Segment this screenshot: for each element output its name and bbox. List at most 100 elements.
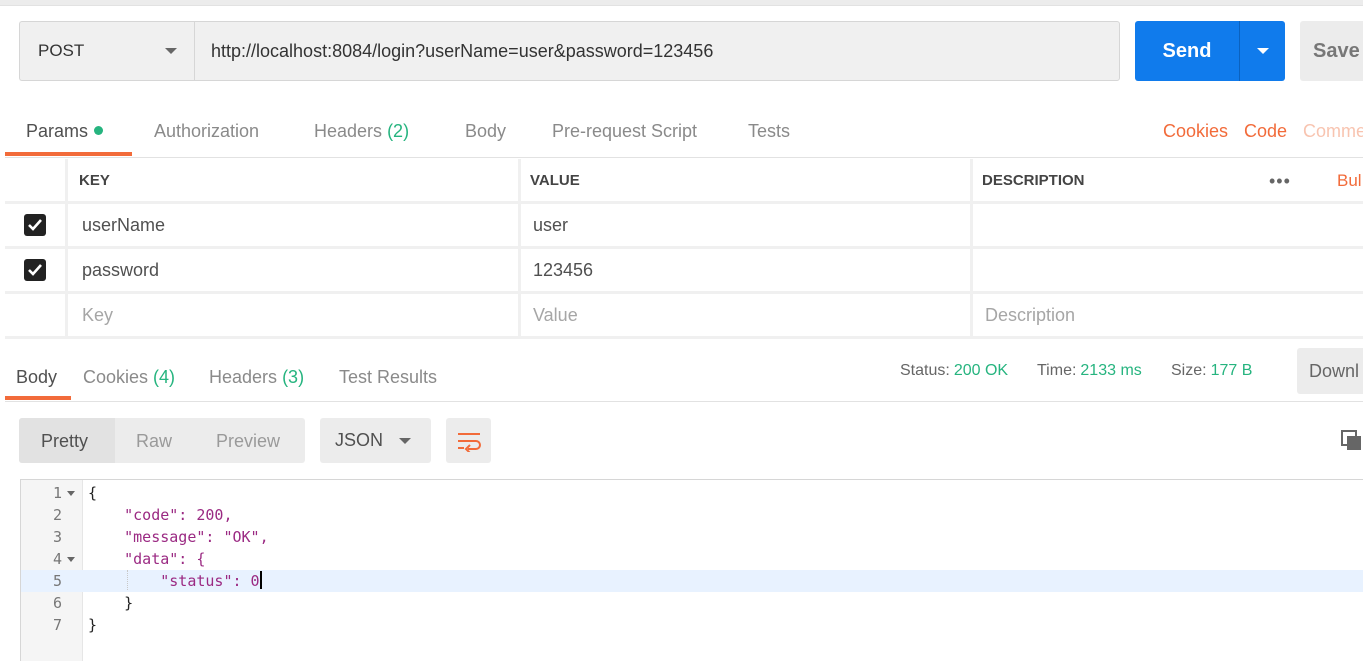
- tab-response-cookies[interactable]: Cookies (4): [83, 367, 175, 388]
- view-mode-group: Pretty Raw Preview: [19, 418, 305, 463]
- response-body-editor[interactable]: 1 { 2 "code": 200, 3 "message": "OK", 4 …: [20, 479, 1363, 661]
- postman-window: POST http://localhost:8084/login?userNam…: [0, 0, 1363, 661]
- tab-label: Body: [465, 121, 507, 141]
- tab-tests[interactable]: Tests: [748, 121, 790, 142]
- bulk-edit-link[interactable]: Bul: [1337, 171, 1362, 191]
- line-number: 7: [52, 616, 62, 634]
- send-options-button[interactable]: [1239, 21, 1285, 81]
- tab-label: Pre-request Script: [552, 121, 698, 141]
- code-content: }: [88, 616, 98, 634]
- row-description[interactable]: [970, 204, 1363, 246]
- cookies-link[interactable]: Cookies: [1163, 121, 1228, 142]
- header-key: KEY: [65, 159, 518, 201]
- row-checkbox-cell: [5, 294, 65, 336]
- new-value-input[interactable]: Value: [518, 294, 970, 336]
- row-checkbox[interactable]: [24, 259, 46, 281]
- active-tab-indicator: [5, 396, 71, 400]
- raw-button[interactable]: Raw: [136, 431, 172, 452]
- download-button[interactable]: Downl: [1297, 348, 1363, 394]
- chevron-down-icon: [165, 48, 177, 54]
- line-number: 4: [52, 550, 62, 568]
- code-line: 2 "code": 200,: [21, 504, 1363, 526]
- save-button[interactable]: Save: [1300, 21, 1363, 81]
- copy-glyph: [1341, 430, 1361, 450]
- method-label: POST: [38, 41, 85, 60]
- code-line: 3 "message": "OK",: [21, 526, 1363, 548]
- row-description[interactable]: [970, 249, 1363, 291]
- tab-count: (2): [387, 121, 410, 141]
- method-select[interactable]: POST: [19, 21, 194, 81]
- tab-label: Body: [16, 367, 58, 387]
- code-text: "message": "OK",: [88, 526, 269, 548]
- tab-headers[interactable]: Headers (2): [314, 121, 409, 142]
- send-button-group: Send: [1135, 21, 1285, 81]
- code-line-active: 5 "status": 0: [21, 570, 1363, 592]
- table-row: userName user: [5, 204, 1363, 249]
- row-checkbox-cell: [5, 249, 65, 291]
- size-info: Size: 177 B: [1171, 362, 1252, 380]
- line-number: 2: [52, 506, 62, 524]
- chevron-down-icon: [399, 437, 411, 444]
- status-label: Status:: [900, 362, 950, 379]
- params-header-row: KEY VALUE DESCRIPTION ••• Bul: [5, 159, 1363, 204]
- code-text: }: [88, 614, 97, 636]
- row-key[interactable]: password: [65, 249, 518, 291]
- tab-authorization[interactable]: Authorization: [154, 121, 259, 142]
- tab-params[interactable]: Params: [26, 121, 104, 142]
- copy-icon[interactable]: [1341, 430, 1363, 457]
- tab-body[interactable]: Body: [465, 121, 506, 142]
- active-tab-indicator: [5, 152, 132, 156]
- code-text: "data": {: [88, 548, 205, 570]
- code-content: "data": {: [88, 550, 206, 568]
- table-row-new: Key Value Description: [5, 294, 1363, 339]
- status-value: 200 OK: [953, 362, 1009, 379]
- line-number: 1: [52, 484, 62, 502]
- table-row: password 123456: [5, 249, 1363, 294]
- text-cursor: [259, 571, 262, 589]
- row-value[interactable]: 123456: [518, 249, 970, 291]
- pretty-button[interactable]: Pretty: [41, 431, 88, 452]
- row-checkbox[interactable]: [24, 214, 46, 236]
- new-description-input[interactable]: Description: [970, 294, 1363, 336]
- format-select[interactable]: JSON: [320, 418, 431, 463]
- tab-response-body[interactable]: Body: [16, 367, 57, 388]
- code-text: }: [88, 592, 133, 614]
- preview-button[interactable]: Preview: [216, 431, 280, 452]
- tab-label: Test Results: [339, 367, 438, 387]
- request-bar: POST http://localhost:8084/login?userNam…: [19, 21, 1120, 81]
- header-description: DESCRIPTION: [970, 159, 1363, 201]
- row-value[interactable]: user: [518, 204, 970, 246]
- tab-pre-request-script[interactable]: Pre-request Script: [552, 121, 697, 142]
- request-tabs: Params Authorization Headers (2) Body Pr…: [5, 106, 1363, 158]
- format-label: JSON: [335, 430, 384, 450]
- code-content: {: [88, 484, 98, 502]
- header-value: VALUE: [518, 159, 970, 201]
- url-input[interactable]: http://localhost:8084/login?userName=use…: [194, 21, 1120, 81]
- row-key[interactable]: userName: [65, 204, 518, 246]
- checkmark-icon: [28, 264, 42, 276]
- line-number: 6: [52, 594, 62, 612]
- comments-link[interactable]: Comme: [1303, 121, 1363, 142]
- response-tabs: Body Cookies (4) Headers (3) Test Result…: [5, 348, 1363, 402]
- header-checkbox-cell: [5, 159, 65, 201]
- code-content: }: [88, 594, 134, 612]
- tab-response-headers[interactable]: Headers (3): [209, 367, 304, 388]
- params-active-dot-icon: [94, 126, 104, 135]
- tab-count: (3): [282, 367, 305, 387]
- wrap-lines-button[interactable]: [446, 418, 491, 463]
- params-table: KEY VALUE DESCRIPTION ••• Bul userName u…: [5, 159, 1363, 339]
- fold-arrow-icon[interactable]: [67, 491, 75, 496]
- more-options-icon[interactable]: •••: [1269, 171, 1291, 192]
- time-info: Time: 2133 ms: [1037, 362, 1142, 380]
- code-link[interactable]: Code: [1244, 121, 1287, 142]
- top-bar: [0, 0, 1363, 6]
- tab-label: Headers: [209, 367, 278, 387]
- time-label: Time:: [1037, 362, 1077, 379]
- code-text: "status": 0: [88, 570, 262, 592]
- code-content: "message": "OK",: [88, 528, 269, 546]
- tab-label: Tests: [748, 121, 791, 141]
- send-button[interactable]: Send: [1135, 21, 1239, 81]
- new-key-input[interactable]: Key: [65, 294, 518, 336]
- tab-test-results[interactable]: Test Results: [339, 367, 437, 388]
- fold-arrow-icon[interactable]: [67, 557, 75, 562]
